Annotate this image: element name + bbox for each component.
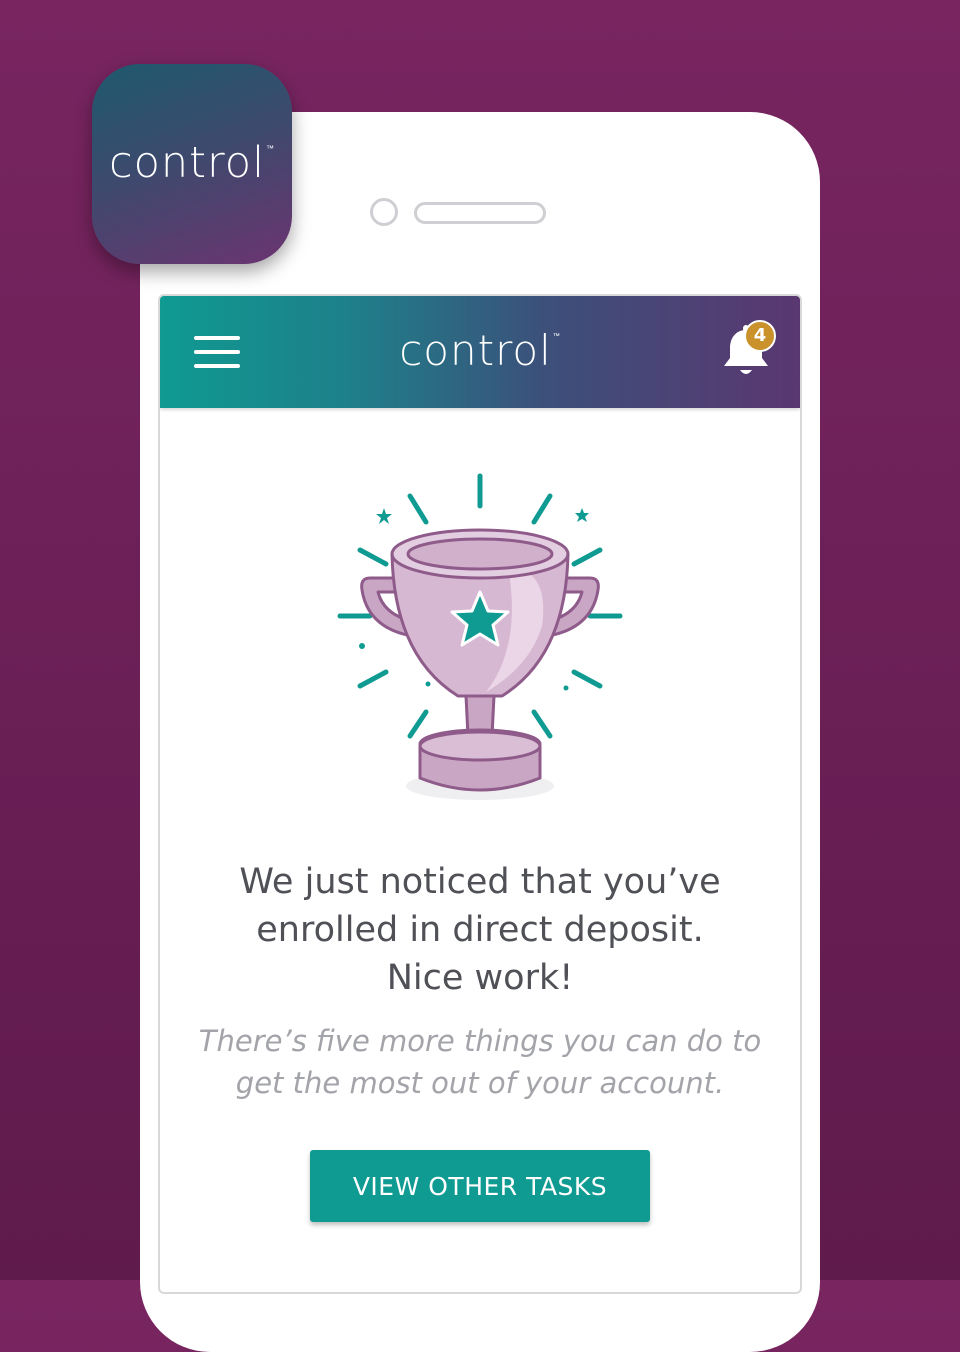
subtext: There’s five more things you can do to g… — [190, 1020, 770, 1104]
headline-line: Nice work! — [386, 958, 574, 998]
notification-badge: 4 — [744, 320, 776, 352]
headline-line: enrolled in direct deposit. — [256, 910, 704, 950]
headline-line: We just noticed that you’ve — [239, 862, 721, 902]
subtext-line: get the most out of your account. — [235, 1066, 725, 1100]
camera-dot — [370, 198, 398, 226]
trophy-illustration — [337, 473, 623, 800]
app-icon-logo: control™ — [108, 138, 276, 188]
header-logo: control™ — [399, 326, 561, 375]
app-screen: control™ 4 We just noticed that you’ve e… — [158, 294, 802, 1294]
view-other-tasks-button[interactable]: VIEW OTHER TASKS — [310, 1150, 650, 1222]
app-icon: control™ — [92, 64, 292, 264]
subtext-line: There’s five more things you can do to — [198, 1024, 762, 1058]
app-header: control™ 4 — [160, 296, 800, 408]
headline: We just noticed that you’ve enrolled in … — [190, 858, 770, 1002]
speaker-slot — [414, 202, 546, 224]
